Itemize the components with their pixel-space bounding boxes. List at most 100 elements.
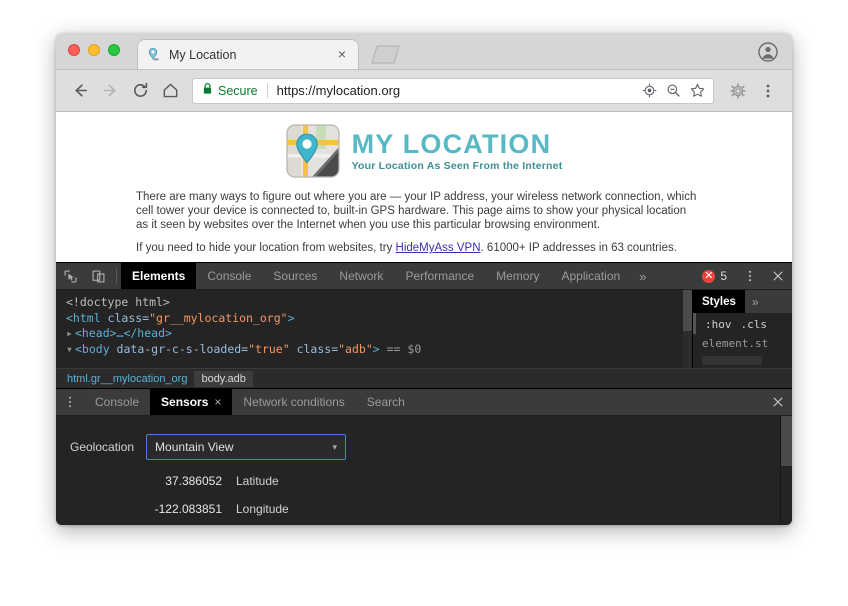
vpn-text-after: . 61000+ IP addresses in 63 countries. bbox=[481, 242, 677, 254]
element-style-rule[interactable]: element.st bbox=[693, 334, 792, 350]
devtools-tab-console[interactable]: Console bbox=[196, 263, 262, 289]
location-target-icon[interactable] bbox=[642, 83, 657, 98]
devtools-panel: Elements Console Sources Network Perform… bbox=[56, 262, 792, 525]
devtools-tabs-overflow-icon[interactable]: » bbox=[631, 263, 654, 289]
geolocation-select-value: Mountain View bbox=[155, 440, 332, 454]
dom-tree[interactable]: <!doctype html> <html class="gr__mylocat… bbox=[56, 290, 692, 368]
home-button[interactable] bbox=[156, 77, 184, 105]
body-attr-loaded-value: "true" bbox=[248, 342, 290, 356]
sensors-scrollbar-thumb[interactable] bbox=[781, 416, 792, 466]
hidemyass-vpn-link[interactable]: HideMyAss VPN bbox=[396, 242, 481, 254]
chevron-down-icon: ▾ bbox=[333, 442, 338, 453]
devtools-menu-icon[interactable] bbox=[736, 263, 764, 289]
paragraph-intro: There are many ways to figure out where … bbox=[136, 190, 701, 232]
browser-window: My Location × bbox=[56, 33, 792, 525]
drawer-tab-bar-right bbox=[764, 389, 792, 415]
longitude-value[interactable]: -122.083851 bbox=[70, 502, 236, 516]
drawer-tab-sensors-close-icon[interactable]: × bbox=[214, 395, 221, 409]
tab-strip: My Location × bbox=[56, 33, 792, 70]
html-attr-value: "gr__mylocation_org" bbox=[149, 311, 287, 325]
close-window-button[interactable] bbox=[68, 44, 80, 56]
forward-button[interactable] bbox=[96, 77, 124, 105]
devtools-tab-performance[interactable]: Performance bbox=[394, 263, 485, 289]
longitude-label: Longitude bbox=[236, 502, 289, 516]
inspect-element-icon[interactable] bbox=[56, 263, 84, 289]
styles-tab[interactable]: Styles bbox=[693, 290, 745, 313]
dom-breadcrumb: html.gr__mylocation_org body.adb bbox=[56, 368, 792, 388]
drawer-close-icon[interactable] bbox=[764, 389, 792, 415]
selected-node-ref: == $0 bbox=[387, 342, 422, 356]
body-tag-open: <body bbox=[75, 342, 110, 356]
devtools-tab-elements[interactable]: Elements bbox=[121, 263, 196, 289]
geolocation-label: Geolocation bbox=[70, 440, 134, 454]
new-tab-button[interactable] bbox=[366, 43, 402, 65]
class-editor-button[interactable]: .cls bbox=[741, 318, 768, 331]
devtools-tab-memory[interactable]: Memory bbox=[485, 263, 550, 289]
hover-state-button[interactable]: :hov bbox=[705, 318, 732, 331]
security-label: Secure bbox=[218, 84, 258, 98]
dom-tree-scrollbar-thumb[interactable] bbox=[683, 290, 692, 331]
lock-icon bbox=[202, 82, 213, 100]
drawer-tab-sensors[interactable]: Sensors × bbox=[150, 389, 232, 415]
url-text[interactable]: https://mylocation.org bbox=[277, 83, 642, 98]
profile-avatar-button[interactable] bbox=[758, 42, 778, 62]
sensors-scrollbar[interactable] bbox=[780, 416, 792, 525]
window-traffic-lights bbox=[68, 44, 120, 56]
security-indicator[interactable]: Secure bbox=[202, 82, 258, 100]
site-tagline: Your Location As Seen From the Internet bbox=[352, 160, 563, 172]
styles-tabs-overflow-icon[interactable]: » bbox=[745, 290, 766, 313]
reload-button[interactable] bbox=[126, 77, 154, 105]
head-tag-text: <head>…</head> bbox=[75, 326, 172, 340]
browser-toolbar: Secure https://mylocation.org bbox=[56, 70, 792, 112]
back-button[interactable] bbox=[66, 77, 94, 105]
latitude-row: 37.386052 Latitude bbox=[70, 474, 792, 488]
error-icon: ✕ bbox=[702, 270, 715, 283]
dom-line-body[interactable]: ▾<body data-gr-c-s-loaded="true" class="… bbox=[66, 342, 692, 358]
star-icon[interactable] bbox=[690, 83, 705, 98]
device-toolbar-icon[interactable] bbox=[84, 263, 112, 289]
tab-close-icon[interactable]: × bbox=[334, 47, 350, 63]
body-tag-close: > bbox=[373, 342, 380, 356]
latitude-value[interactable]: 37.386052 bbox=[70, 474, 236, 488]
page-body-copy: There are many ways to figure out where … bbox=[136, 190, 701, 255]
elements-panel: <!doctype html> <html class="gr__mylocat… bbox=[56, 290, 792, 368]
devtools-tab-bar: Elements Console Sources Network Perform… bbox=[56, 263, 792, 290]
dom-line-head[interactable]: ▸<head>…</head> bbox=[66, 326, 692, 342]
html-tag-close: > bbox=[288, 311, 295, 325]
dom-line-doctype[interactable]: <!doctype html> bbox=[66, 295, 692, 311]
html-tag-open: <html bbox=[66, 311, 101, 325]
devtools-tab-application[interactable]: Application bbox=[550, 263, 631, 289]
geolocation-select[interactable]: Mountain View ▾ bbox=[146, 434, 346, 460]
drawer-menu-icon[interactable] bbox=[56, 389, 84, 415]
devtools-close-icon[interactable] bbox=[764, 263, 792, 289]
browser-menu-icon[interactable] bbox=[754, 77, 782, 105]
dom-tree-scrollbar[interactable] bbox=[683, 290, 692, 368]
error-count-badge[interactable]: ✕ 5 bbox=[693, 263, 736, 289]
dom-line-html[interactable]: <html class="gr__mylocation_org"> bbox=[66, 311, 692, 327]
vpn-text-before: If you need to hide your location from w… bbox=[136, 242, 396, 254]
latitude-label: Latitude bbox=[236, 474, 279, 488]
drawer-tab-console[interactable]: Console bbox=[84, 389, 150, 415]
body-attr-class: class= bbox=[290, 342, 338, 356]
page-viewport: MY LOCATION Your Location As Seen From t… bbox=[56, 112, 792, 262]
breadcrumb-item-html[interactable]: html.gr__mylocation_org bbox=[60, 371, 194, 387]
maximize-window-button[interactable] bbox=[108, 44, 120, 56]
browser-tab[interactable]: My Location × bbox=[137, 39, 359, 69]
paragraph-vpn: If you need to hide your location from w… bbox=[136, 241, 701, 255]
map-pin-icon bbox=[146, 47, 162, 63]
html-attr-class: class= bbox=[101, 311, 149, 325]
drawer-tab-search[interactable]: Search bbox=[356, 389, 416, 415]
address-bar[interactable]: Secure https://mylocation.org bbox=[192, 78, 714, 104]
drawer-tab-network-conditions[interactable]: Network conditions bbox=[232, 389, 355, 415]
devtools-tab-network[interactable]: Network bbox=[328, 263, 394, 289]
expand-arrow-icon[interactable]: ▸ bbox=[66, 326, 75, 342]
zoom-out-icon[interactable] bbox=[666, 83, 681, 98]
minimize-window-button[interactable] bbox=[88, 44, 100, 56]
collapse-arrow-icon[interactable]: ▾ bbox=[66, 342, 75, 358]
tab-title: My Location bbox=[169, 48, 334, 62]
omnibox-divider bbox=[267, 83, 268, 98]
omnibox-actions bbox=[642, 83, 707, 98]
gear-icon[interactable] bbox=[724, 77, 752, 105]
breadcrumb-item-body[interactable]: body.adb bbox=[194, 371, 252, 387]
devtools-tab-sources[interactable]: Sources bbox=[262, 263, 328, 289]
